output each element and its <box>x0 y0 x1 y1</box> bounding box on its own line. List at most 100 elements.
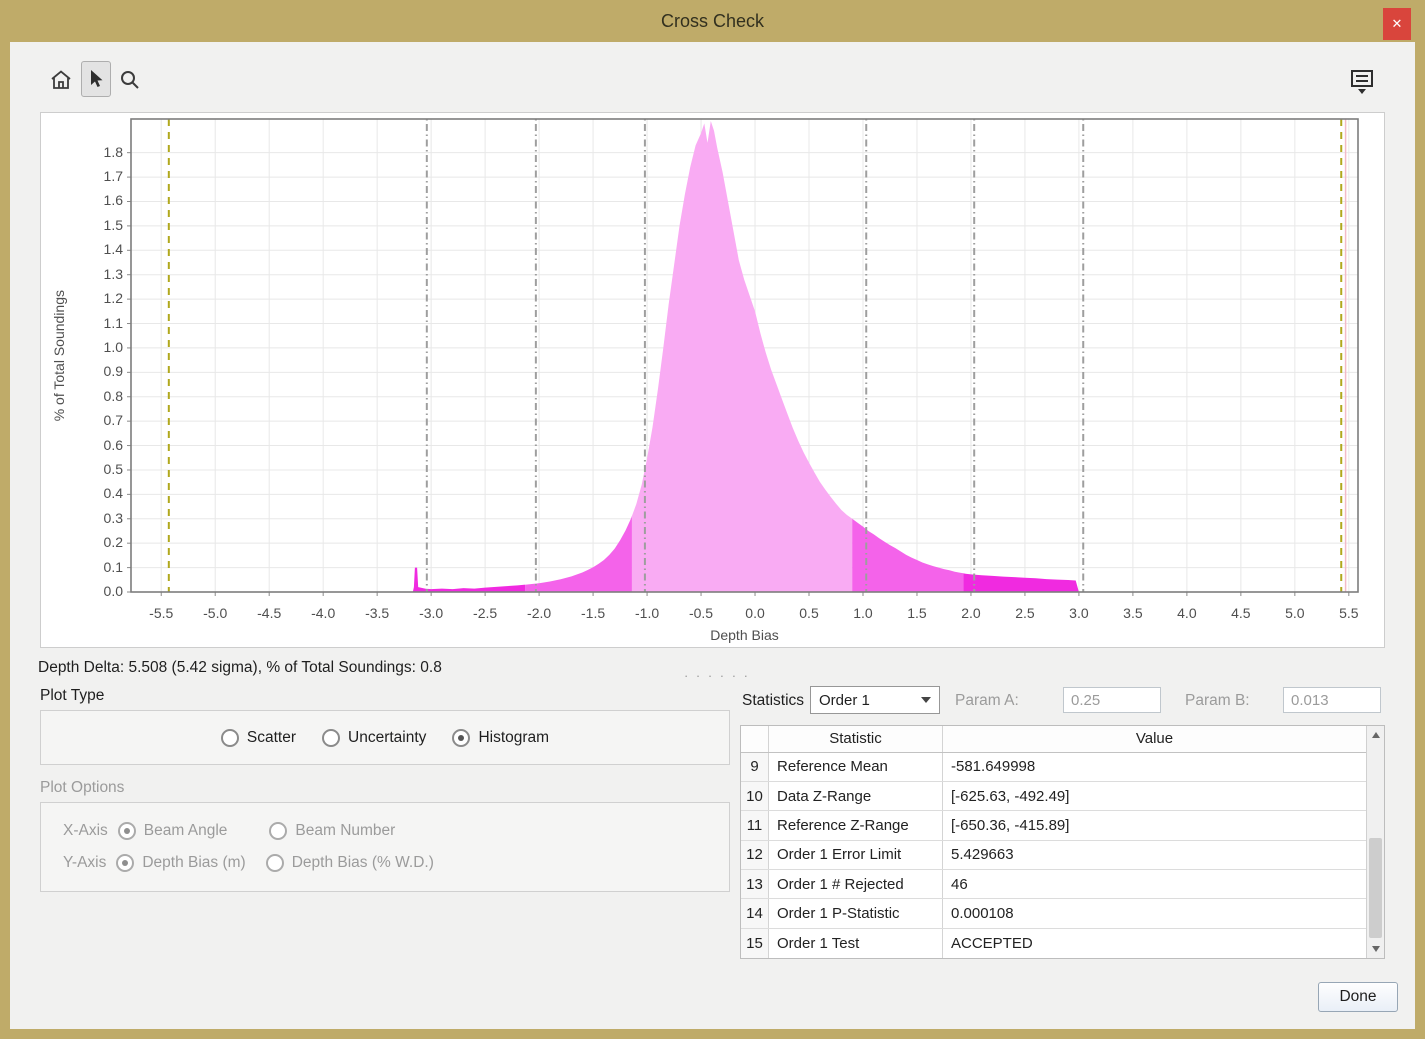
row-number: 15 <box>741 929 769 958</box>
scroll-down-button[interactable] <box>1367 941 1384 957</box>
y-tick-label: 0.6 <box>81 437 123 453</box>
table-header-row: Statistic Value <box>741 726 1366 753</box>
radio-histogram-circle[interactable] <box>452 729 470 747</box>
radio-histogram[interactable]: Histogram <box>452 729 549 747</box>
row-number: 10 <box>741 782 769 810</box>
home-button[interactable] <box>46 62 76 98</box>
radio-depth-bias-wd-circle[interactable] <box>266 854 284 872</box>
cell-value: [-625.63, -492.49] <box>943 782 1366 810</box>
y-tick-label: 0.3 <box>81 510 123 526</box>
magnifier-icon <box>118 68 142 92</box>
y-tick-label: 1.5 <box>81 217 123 233</box>
x-tick-label: 5.5 <box>1327 605 1371 621</box>
radio-depth-bias-m-circle[interactable] <box>116 854 134 872</box>
row-number: 13 <box>741 870 769 898</box>
radio-scatter-circle[interactable] <box>221 729 239 747</box>
scroll-up-button[interactable] <box>1367 727 1384 743</box>
cell-statistic: Reference Z-Range <box>769 811 943 839</box>
radio-uncertainty-label: Uncertainty <box>348 729 426 747</box>
x-tick-label: -3.0 <box>409 605 453 621</box>
scrollbar-thumb[interactable] <box>1369 838 1382 938</box>
x-tick-label: -4.0 <box>301 605 345 621</box>
table-row[interactable]: 9 Reference Mean -581.649998 <box>741 753 1366 782</box>
x-axis-row-label: X-Axis <box>63 822 108 840</box>
cell-statistic: Order 1 Test <box>769 929 943 958</box>
y-tick-label: 0.1 <box>81 559 123 575</box>
y-tick-label: 0.4 <box>81 485 123 501</box>
chevron-down-icon <box>921 697 931 703</box>
done-button[interactable]: Done <box>1318 982 1398 1012</box>
x-tick-label: -0.5 <box>679 605 723 621</box>
y-tick-label: 1.6 <box>81 192 123 208</box>
x-tick-label: -5.5 <box>139 605 183 621</box>
cell-statistic: Order 1 P-Statistic <box>769 899 943 927</box>
table-row[interactable]: 13 Order 1 # Rejected 46 <box>741 870 1366 899</box>
table-row[interactable]: 10 Data Z-Range [-625.63, -492.49] <box>741 782 1366 811</box>
x-tick-label: 2.5 <box>1003 605 1047 621</box>
pointer-tool-button[interactable] <box>81 61 111 97</box>
plot-options-group-label: Plot Options <box>40 779 124 797</box>
cell-statistic: Reference Mean <box>769 753 943 781</box>
y-tick-label: 1.4 <box>81 241 123 257</box>
cell-value: [-650.36, -415.89] <box>943 811 1366 839</box>
header-statistic[interactable]: Statistic <box>769 726 943 752</box>
cell-value: 46 <box>943 870 1366 898</box>
y-tick-label: 1.0 <box>81 339 123 355</box>
x-tick-label: -5.0 <box>193 605 237 621</box>
statistics-order-select[interactable]: Order 1 <box>810 686 940 714</box>
radio-scatter[interactable]: Scatter <box>221 729 296 747</box>
cell-statistic: Data Z-Range <box>769 782 943 810</box>
y-tick-label: 0.7 <box>81 412 123 428</box>
row-number: 9 <box>741 753 769 781</box>
y-tick-label: 0.5 <box>81 461 123 477</box>
x-tick-label: -2.0 <box>517 605 561 621</box>
x-tick-label: 3.0 <box>1057 605 1101 621</box>
cell-value: 5.429663 <box>943 841 1366 869</box>
zoom-tool-button[interactable] <box>115 62 145 98</box>
plot-list-menu-button[interactable] <box>1347 64 1377 100</box>
plot-type-group: Scatter Uncertainty Histogram <box>40 710 730 765</box>
histogram-chart-svg <box>131 119 1358 592</box>
statistics-order-value: Order 1 <box>819 692 870 709</box>
row-number: 14 <box>741 899 769 927</box>
table-row[interactable]: 15 Order 1 Test ACCEPTED <box>741 929 1366 958</box>
radio-beam-number-circle[interactable] <box>269 822 287 840</box>
y-tick-label: 1.2 <box>81 290 123 306</box>
list-dropdown-icon <box>1349 68 1375 96</box>
header-value[interactable]: Value <box>943 726 1366 752</box>
x-tick-label: -3.5 <box>355 605 399 621</box>
scroll-up-icon <box>1372 732 1380 738</box>
histogram-figure: % of Total Soundings Depth Bias -5.5 -5.0… <box>40 112 1385 648</box>
table-scrollbar[interactable] <box>1366 726 1384 958</box>
cell-value: 0.000108 <box>943 899 1366 927</box>
x-tick-label: 1.0 <box>841 605 885 621</box>
done-button-label: Done <box>1339 988 1376 1006</box>
param-a-input[interactable] <box>1063 687 1161 713</box>
radio-beam-angle-circle[interactable] <box>118 822 136 840</box>
x-tick-label: 4.5 <box>1219 605 1263 621</box>
radio-uncertainty-circle[interactable] <box>322 729 340 747</box>
radio-scatter-label: Scatter <box>247 729 296 747</box>
x-tick-label: 2.0 <box>949 605 993 621</box>
x-tick-label: 0.0 <box>733 605 777 621</box>
x-axis-label: Depth Bias <box>131 627 1358 643</box>
x-tick-label: 3.5 <box>1111 605 1155 621</box>
statistics-table: Statistic Value 9 Reference Mean -581.64… <box>740 725 1385 959</box>
y-tick-label: 1.3 <box>81 266 123 282</box>
table-row[interactable]: 14 Order 1 P-Statistic 0.000108 <box>741 899 1366 928</box>
table-row[interactable]: 12 Order 1 Error Limit 5.429663 <box>741 841 1366 870</box>
radio-histogram-label: Histogram <box>478 729 549 747</box>
param-b-label: Param B: <box>1185 692 1250 710</box>
param-a-label: Param A: <box>955 692 1019 710</box>
radio-uncertainty[interactable]: Uncertainty <box>322 729 426 747</box>
splitter-handle[interactable]: · · · · · · <box>682 668 752 683</box>
table-row[interactable]: 11 Reference Z-Range [-650.36, -415.89] <box>741 811 1366 840</box>
y-axis-label: % of Total Soundings <box>51 290 67 421</box>
plot-area[interactable] <box>131 119 1358 592</box>
param-b-input[interactable] <box>1283 687 1381 713</box>
close-button[interactable]: ✕ <box>1383 8 1411 40</box>
radio-depth-bias-wd-label: Depth Bias (% W.D.) <box>292 854 434 872</box>
x-tick-label: -2.5 <box>463 605 507 621</box>
x-tick-label: 5.0 <box>1273 605 1317 621</box>
cell-value: -581.649998 <box>943 753 1366 781</box>
